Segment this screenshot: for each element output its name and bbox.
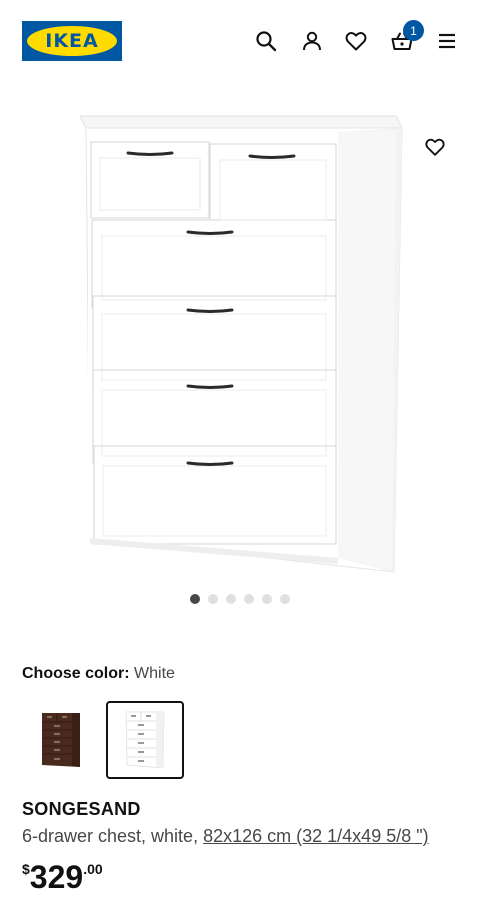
color-option-white[interactable] (106, 701, 184, 779)
color-option-brown[interactable] (22, 701, 100, 779)
product-description: 6-drawer chest, white, 82x126 cm (32 1/4… (22, 826, 429, 847)
product-price: $329.00 (22, 855, 103, 899)
brown-dresser-thumbnail (42, 713, 80, 767)
menu-icon[interactable] (434, 28, 460, 54)
favorites-icon[interactable] (343, 28, 369, 54)
ikea-logo[interactable]: IKEA (22, 21, 122, 61)
carousel-dot-6[interactable] (280, 594, 290, 604)
site-header: IKEA 1 (0, 0, 480, 84)
white-dresser-thumbnail (125, 711, 165, 769)
product-dimensions-link[interactable]: 82x126 cm (32 1/4x49 5/8 ") (203, 826, 429, 846)
image-carousel-dots (190, 594, 290, 604)
product-description-text: 6-drawer chest, white, (22, 826, 199, 846)
carousel-dot-4[interactable] (244, 594, 254, 604)
selected-color-value: White (134, 665, 175, 682)
carousel-dot-1[interactable] (190, 594, 200, 604)
carousel-dot-5[interactable] (262, 594, 272, 604)
choose-color-label: Choose color: (22, 665, 130, 682)
price-decimal: .00 (83, 861, 103, 877)
logo-text: IKEA (45, 30, 99, 52)
price-integer: 329 (29, 859, 84, 895)
account-icon[interactable] (299, 28, 325, 54)
logo-oval: IKEA (27, 26, 117, 56)
price-currency: $ (22, 861, 30, 877)
heart-icon[interactable] (421, 133, 449, 161)
product-name: SONGESAND (22, 799, 141, 819)
choose-color-row: Choose color: White (22, 665, 175, 683)
carousel-dot-2[interactable] (208, 594, 218, 604)
dresser-product-image[interactable] (76, 108, 406, 578)
search-icon[interactable] (253, 28, 279, 54)
cart-count-badge: 1 (403, 20, 424, 41)
carousel-dot-3[interactable] (226, 594, 236, 604)
